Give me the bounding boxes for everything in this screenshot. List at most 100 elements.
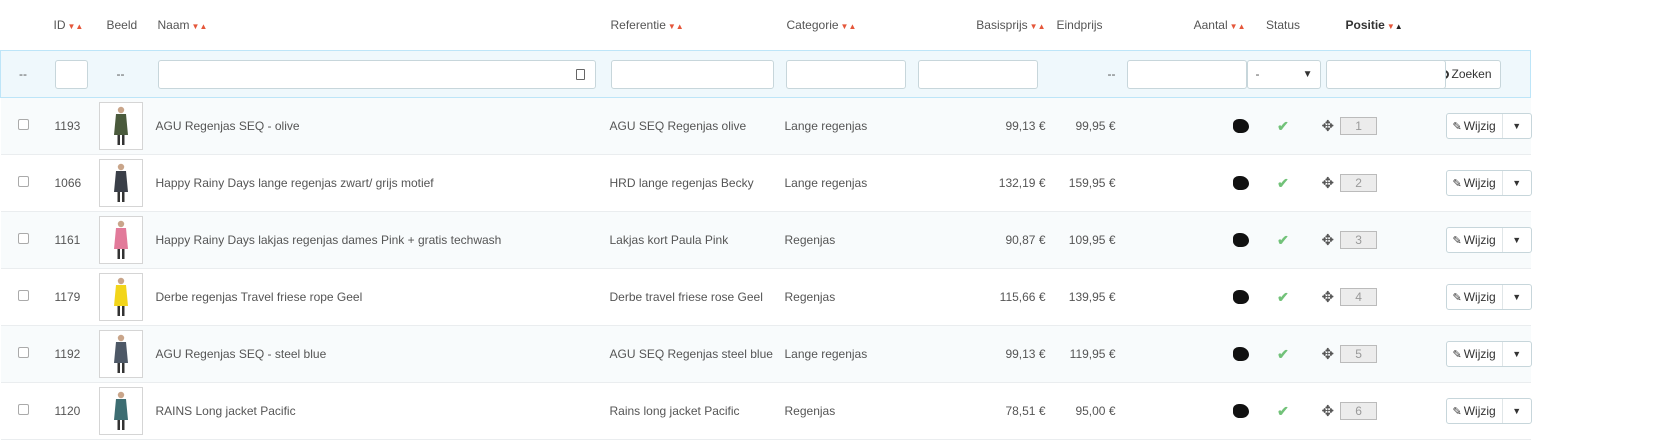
product-thumbnail[interactable] [98,273,143,321]
edit-button[interactable]: ✎ Wijzig [1447,171,1503,195]
header-name[interactable]: Naam ▼▲ [154,0,606,51]
filter-reference-input[interactable] [610,59,774,89]
header-actions [1401,0,1531,51]
product-name[interactable]: AGU Regenjas SEQ - steel blue [156,347,327,361]
product-name[interactable]: Happy Rainy Days lange regenjas zwart/ g… [156,176,434,190]
row-name-cell: AGU Regenjas SEQ - olive [153,97,606,155]
row-actions-cell: ✎ Wijzig ▼ [1400,154,1532,212]
filter-base-price-input[interactable] [917,59,1038,89]
edit-button[interactable]: ✎ Wijzig [1447,399,1503,423]
row-checkbox[interactable] [17,404,29,415]
filter-category-input[interactable] [785,59,906,89]
row-category-cell: Regenjas [781,382,914,440]
product-final-price: 109,95 € [1068,233,1116,247]
sort-arrows[interactable]: ▼▲ [1230,22,1246,31]
edit-dropdown-caret[interactable]: ▼ [1503,285,1531,309]
status-enabled-icon[interactable]: ✔ [1277,118,1289,134]
edit-button-group[interactable]: ✎ Wijzig ▼ [1445,341,1532,367]
edit-button[interactable]: ✎ Wijzig [1447,342,1503,366]
pencil-icon: ✎ [1452,292,1462,304]
product-thumbnail[interactable] [98,102,143,150]
edit-button[interactable]: ✎ Wijzig [1447,228,1503,252]
edit-dropdown-caret[interactable]: ▼ [1503,399,1531,423]
status-enabled-icon[interactable]: ✔ [1277,175,1289,191]
drag-move-icon[interactable]: ✥ [1322,288,1335,306]
row-final-price-cell: 99,95 € [1045,97,1116,155]
table-row[interactable]: 1179 Derbe regenjas Travel friese rope G… [0,268,1633,326]
status-enabled-icon[interactable]: ✔ [1277,289,1289,305]
product-category: Lange regenjas [784,119,868,133]
product-category: Lange regenjas [784,347,868,361]
filter-quantity-input[interactable] [1126,59,1247,89]
filter-id-input[interactable] [54,59,88,89]
status-enabled-icon[interactable]: ✔ [1277,232,1289,248]
drag-move-icon[interactable]: ✥ [1322,174,1335,192]
pencil-icon: ✎ [1452,121,1462,133]
edit-button-group[interactable]: ✎ Wijzig ▼ [1445,170,1532,196]
sort-arrows[interactable]: ▼▲ [1387,22,1403,31]
edit-dropdown-caret[interactable]: ▼ [1503,114,1531,138]
row-checkbox[interactable] [17,119,29,130]
product-name[interactable]: RAINS Long jacket Pacific [156,404,296,418]
filter-status-select[interactable]: - ▼ [1246,59,1321,89]
row-checkbox[interactable] [17,176,29,187]
table-row[interactable]: 1161 Happy Rainy Days lakjas regenjas da… [0,211,1633,269]
sort-arrows[interactable]: ▼▲ [841,22,857,31]
row-checkbox[interactable] [17,233,29,244]
row-checkbox[interactable] [17,347,29,358]
row-image-cell [98,382,154,440]
product-thumbnail[interactable] [98,216,143,264]
header-id[interactable]: ID ▼▲ [41,0,99,51]
header-category[interactable]: Categorie ▼▲ [782,0,914,51]
drag-move-icon[interactable]: ✥ [1322,231,1335,249]
row-name-cell: Happy Rainy Days lange regenjas zwart/ g… [153,154,606,212]
table-row[interactable]: 1120 RAINS Long jacket Pacific Rains lon… [0,382,1633,440]
header-base-price[interactable]: Basisprijs ▼▲ [914,0,1046,51]
header-status: Status [1265,18,1301,32]
product-name[interactable]: AGU Regenjas SEQ - olive [156,119,300,133]
filter-position-input[interactable] [1325,59,1446,89]
header-row: ID ▼▲ Beeld Naam ▼▲ Referentie ▼▲ Categorie… [1,0,1633,51]
table-row[interactable]: 1192 AGU Regenjas SEQ - steel blue AGU S… [0,325,1633,383]
header-position[interactable]: Positie ▼▲ [1316,0,1403,51]
sort-arrows[interactable]: ▼▲ [668,22,684,31]
product-thumbnail[interactable] [98,330,143,378]
edit-button-group[interactable]: ✎ Wijzig ▼ [1445,284,1532,310]
row-actions-cell: ✎ Wijzig ▼ [1400,382,1532,440]
edit-dropdown-caret[interactable]: ▼ [1503,171,1531,195]
product-thumbnail[interactable] [98,387,143,435]
header-reference[interactable]: Referentie ▼▲ [606,0,782,51]
sort-arrows[interactable]: ▼▲ [192,22,208,31]
drag-move-icon[interactable]: ✥ [1322,345,1335,363]
edit-dropdown-caret[interactable]: ▼ [1503,342,1531,366]
table-row[interactable]: 1193 AGU Regenjas SEQ - olive AGU SEQ Re… [0,97,1633,155]
filter-checkbox-cell: -- [0,50,41,98]
row-checkbox[interactable] [17,290,29,301]
product-final-price: 95,00 € [1075,404,1116,418]
header-quantity[interactable]: Aantal ▼▲ [1116,0,1251,51]
edit-button[interactable]: ✎ Wijzig [1447,285,1503,309]
sort-arrows[interactable]: ▼▲ [1030,22,1046,31]
quantity-icon [1232,347,1249,362]
sort-arrows[interactable]: ▼▲ [68,22,84,31]
product-table: ID ▼▲ Beeld Naam ▼▲ Referentie ▼▲ Categorie… [0,0,1633,440]
row-image-cell [98,325,154,383]
edit-button[interactable]: ✎ Wijzig [1447,114,1503,138]
edit-button-group[interactable]: ✎ Wijzig ▼ [1445,227,1532,253]
row-status-cell: ✔ [1250,382,1316,440]
row-base-price-cell: 99,13 € [913,325,1046,383]
edit-dropdown-caret[interactable]: ▼ [1503,228,1531,252]
edit-button-group[interactable]: ✎ Wijzig ▼ [1445,398,1532,424]
edit-button-group[interactable]: ✎ Wijzig ▼ [1445,113,1532,139]
pencil-icon: ✎ [1452,178,1462,190]
status-enabled-icon[interactable]: ✔ [1277,403,1289,419]
table-row[interactable]: 1066 Happy Rainy Days lange regenjas zwa… [0,154,1633,212]
product-name[interactable]: Derbe regenjas Travel friese rope Geel [156,290,363,304]
filter-name-input[interactable] [157,59,596,89]
drag-move-icon[interactable]: ✥ [1322,117,1335,135]
row-status-cell: ✔ [1250,97,1316,155]
product-name[interactable]: Happy Rainy Days lakjas regenjas dames P… [156,233,502,247]
drag-move-icon[interactable]: ✥ [1322,402,1335,420]
status-enabled-icon[interactable]: ✔ [1277,346,1289,362]
product-thumbnail[interactable] [98,159,143,207]
